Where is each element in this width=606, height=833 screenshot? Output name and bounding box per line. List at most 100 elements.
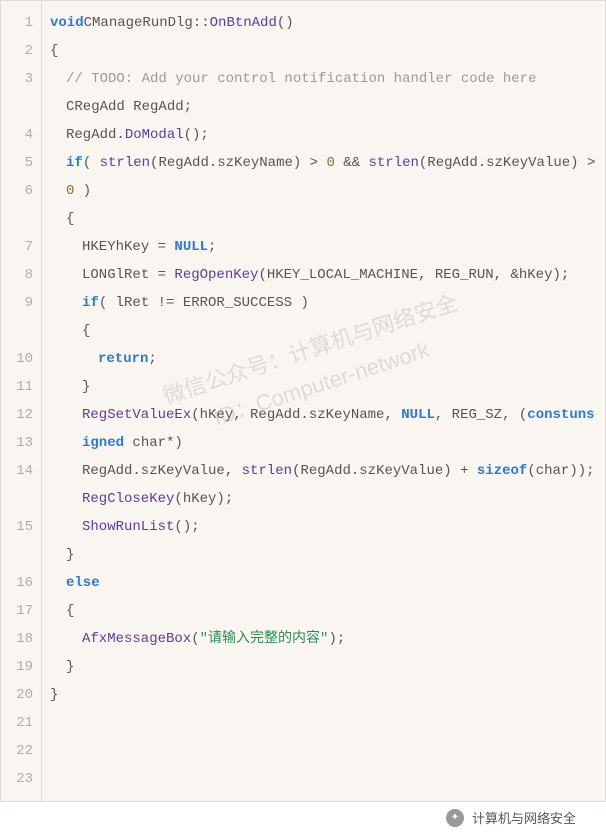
null: NULL — [401, 407, 435, 423]
line-number: 5 — [1, 149, 41, 177]
args: (hKey); — [174, 491, 233, 507]
code-line: AfxMessageBox("请输入完整的内容"); — [50, 625, 597, 653]
line-number: 7 — [1, 233, 41, 261]
code-line: } — [50, 653, 597, 681]
code-line: CRegAdd RegAdd; — [50, 93, 597, 121]
code-line: if( lRet != ERROR_SUCCESS ) — [50, 289, 597, 317]
semi: ; — [208, 239, 216, 255]
type: LONG — [82, 267, 116, 283]
null: NULL — [174, 239, 208, 255]
keyword-void: void — [50, 15, 84, 31]
args: (HKEY_LOCAL_MACHINE, REG_RUN, &hKey); — [258, 267, 569, 283]
parens: (); — [184, 127, 209, 143]
paren: ( — [191, 631, 199, 647]
line-number: 9 — [1, 289, 41, 345]
code-line: if( strlen(RegAdd.szKeyName) > 0 && strl… — [50, 149, 597, 205]
footer-text: 计算机与网络安全 — [472, 808, 576, 827]
line-number: 21 — [1, 709, 41, 737]
func-call: RegCloseKey — [82, 491, 174, 507]
brace-open: { — [66, 211, 74, 227]
code-line: return; — [50, 345, 597, 373]
code-body: 微信公众号：计算机与网络安全 ID：Computer-network voidC… — [42, 1, 605, 801]
text: (RegAdd.szKeyValue) > — [419, 155, 604, 171]
text: (RegAdd.szKeyName) > — [150, 155, 326, 171]
type: HKEY — [82, 239, 116, 255]
func-call: RegOpenKey — [174, 267, 258, 283]
declaration: CRegAdd RegAdd; — [66, 99, 192, 115]
keyword-if: if — [82, 295, 99, 311]
args: (char)); — [527, 463, 594, 479]
number: 0 — [326, 155, 334, 171]
func-call: ShowRunList — [82, 519, 174, 535]
scope-op: :: — [193, 15, 210, 31]
func-call: AfxMessageBox — [82, 631, 191, 647]
strlen-call: strlen — [242, 463, 292, 479]
semi: ; — [148, 351, 156, 367]
class-name: CManageRunDlg — [84, 15, 193, 31]
paren: ); — [328, 631, 345, 647]
line-number: 16 — [1, 569, 41, 597]
keyword-const: const — [527, 407, 569, 423]
line-number-gutter: 1 2 3 4 5 6 7 8 9 10 11 12 13 14 15 16 1… — [1, 1, 42, 801]
line-number: 14 — [1, 457, 41, 513]
code-line: } — [50, 373, 597, 401]
brace-close: } — [82, 379, 90, 395]
func-call: RegSetValueEx — [82, 407, 191, 423]
line-number: 12 — [1, 401, 41, 429]
code-block: 1 2 3 4 5 6 7 8 9 10 11 12 13 14 15 16 1… — [0, 0, 606, 802]
line-number: 2 — [1, 37, 41, 65]
args: , REG_SZ, ( — [435, 407, 527, 423]
expr: RegAdd. — [66, 127, 125, 143]
line-number: 3 — [1, 65, 41, 121]
code-line: { — [50, 205, 597, 233]
code-line: RegSetValueEx(hKey, RegAdd.szKeyName, NU… — [50, 401, 597, 457]
condition: ( lRet != ERROR_SUCCESS ) — [99, 295, 309, 311]
keyword-return: return — [98, 351, 148, 367]
strlen-call: strlen — [369, 155, 419, 171]
line-number: 6 — [1, 177, 41, 233]
code-line: RegAdd.szKeyValue, strlen(RegAdd.szKeyVa… — [50, 457, 597, 485]
line-number: 18 — [1, 625, 41, 653]
line-number: 1 — [1, 9, 41, 37]
method-call: DoModal — [125, 127, 184, 143]
args: RegAdd.szKeyValue, — [82, 463, 242, 479]
line-number: 11 — [1, 373, 41, 401]
args: (RegAdd.szKeyValue) + — [292, 463, 477, 479]
args: char*) — [124, 435, 183, 451]
code-line: { — [50, 317, 597, 345]
wechat-icon: ✦ — [446, 809, 464, 827]
brace-close: } — [66, 547, 74, 563]
code-line: } — [50, 541, 597, 569]
brace-open: { — [50, 43, 58, 59]
code-line: ShowRunList(); — [50, 513, 597, 541]
code-line: RegCloseKey(hKey); — [50, 485, 597, 513]
line-number: 10 — [1, 345, 41, 373]
function-name: OnBtnAdd — [210, 15, 277, 31]
code-line: // TODO: Add your control notification h… — [50, 65, 597, 93]
brace-close: } — [50, 687, 58, 703]
args: (hKey, RegAdd.szKeyName, — [191, 407, 401, 423]
line-number: 15 — [1, 513, 41, 569]
keyword-else: else — [66, 575, 100, 591]
code-line: } — [50, 681, 597, 709]
code-line: voidCManageRunDlg::OnBtnAdd() — [50, 9, 597, 37]
line-number: 13 — [1, 429, 41, 457]
brace-close: } — [66, 659, 74, 675]
line-number: 8 — [1, 261, 41, 289]
code-line: { — [50, 597, 597, 625]
code-line: { — [50, 37, 597, 65]
args: (); — [174, 519, 199, 535]
footer: ✦ 计算机与网络安全 — [0, 802, 606, 833]
keyword-if: if — [66, 155, 83, 171]
line-number: 23 — [1, 765, 41, 793]
brace-open: { — [66, 603, 74, 619]
text: lRet = — [116, 267, 175, 283]
brace-open: { — [82, 323, 90, 339]
line-number: 4 — [1, 121, 41, 149]
text: && — [335, 155, 369, 171]
code-line: RegAdd.DoModal(); — [50, 121, 597, 149]
text: ( — [83, 155, 100, 171]
strlen-call: strlen — [100, 155, 150, 171]
line-number: 20 — [1, 681, 41, 709]
text: hKey = — [116, 239, 175, 255]
